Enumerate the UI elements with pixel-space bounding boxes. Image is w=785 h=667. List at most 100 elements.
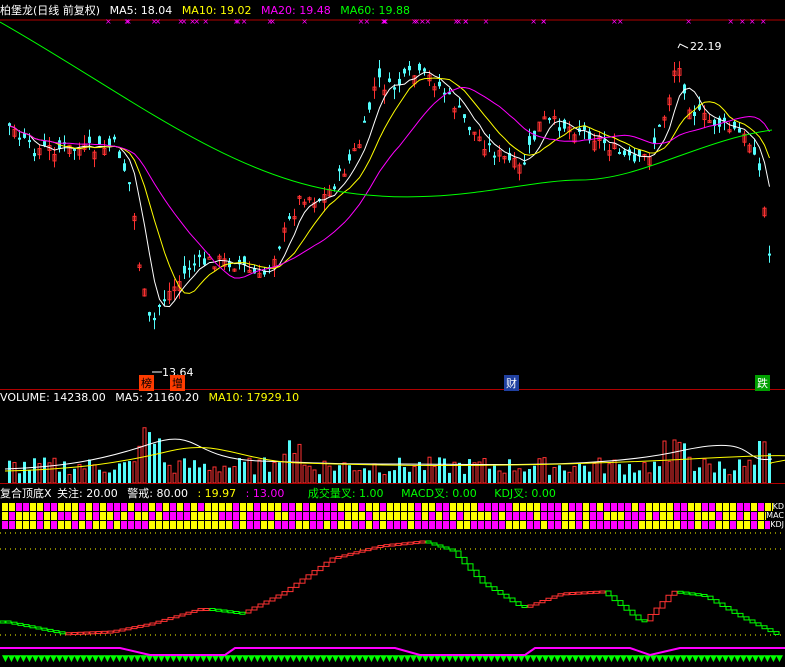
marker-zeng[interactable]: 增 xyxy=(170,375,185,391)
candle xyxy=(228,257,231,272)
volume-bar xyxy=(537,458,542,483)
oscillator-step xyxy=(83,631,90,635)
volume-bar xyxy=(278,462,281,483)
oscillator-step xyxy=(257,603,264,608)
candle xyxy=(368,101,371,113)
oscillator-step xyxy=(23,624,30,628)
signal-strip-cell xyxy=(695,512,701,520)
candle xyxy=(398,72,401,93)
candle xyxy=(493,151,496,166)
signal-strip-cell xyxy=(226,512,232,520)
signal-strip-cell xyxy=(625,521,631,529)
volume-bar xyxy=(667,460,672,483)
signal-strip-cell xyxy=(268,521,274,529)
signal-strip-cell xyxy=(492,503,498,511)
signal-strip-cell xyxy=(429,521,435,529)
signal-strip-cell xyxy=(541,521,547,529)
oscillator-step xyxy=(683,591,690,595)
signal-strip-cell xyxy=(30,512,36,520)
signal-strip-cell xyxy=(44,521,50,529)
signal-strip-cell xyxy=(695,521,701,529)
signal-strip-cell xyxy=(114,512,120,520)
candle xyxy=(288,213,291,221)
signal-strip-cell xyxy=(667,512,673,520)
volume-bar xyxy=(52,457,57,483)
signal-strip-cell xyxy=(450,512,456,520)
signal-strip-cell xyxy=(359,503,365,511)
signal-strip-cell xyxy=(128,512,134,520)
candle xyxy=(183,256,186,280)
volume-bar xyxy=(333,470,336,483)
indicator-chart[interactable]: ▼ ▼ ▼ ▼ ▼ ▼ ▼ ▼ ▼ ▼ ▼ ▼ ▼ ▼ ▼ ▼ ▼ ▼ ▼ ▼ ▼ ▼ ▼ ▼ ▼ ▼ ▼ ▼ ▼ ▼ ▼ ▼ ▼ ▼ ▼ ▼ ▼ ▼ ▼ ▼… xyxy=(0,483,785,667)
signal-strip-cell xyxy=(618,521,624,529)
volume-bar xyxy=(368,470,371,483)
candle xyxy=(662,115,667,128)
signal-strip-cell xyxy=(457,521,463,529)
signal-strip-cell xyxy=(149,512,155,520)
volume-bar xyxy=(357,470,362,483)
signal-strip-cell xyxy=(198,521,204,529)
signal-strip-cell xyxy=(702,503,708,511)
candle xyxy=(618,148,621,155)
signal-strip-cell xyxy=(632,512,638,520)
oscillator-step xyxy=(497,590,504,595)
candle xyxy=(8,122,11,136)
signal-strip-cell xyxy=(513,503,519,511)
oscillator-step xyxy=(449,548,456,552)
signal-strip-cell xyxy=(275,512,281,520)
volume-chart[interactable] xyxy=(0,389,785,483)
signal-strip-cell xyxy=(114,503,120,511)
oscillator-step xyxy=(311,570,318,576)
signal-strip-cell xyxy=(275,503,281,511)
candle xyxy=(563,118,566,132)
signal-strip-cell xyxy=(653,503,659,511)
volume-bar xyxy=(628,464,631,483)
candle xyxy=(372,77,377,99)
signal-strip-cell xyxy=(415,503,421,511)
signal-strip-cell xyxy=(534,521,540,529)
signal-strip-cell xyxy=(555,521,561,529)
signal-strip-cell xyxy=(541,512,547,520)
signal-strip-cell xyxy=(135,512,141,520)
signal-strip-cell xyxy=(597,503,603,511)
signal-strip-cell xyxy=(401,503,407,511)
oscillator-step xyxy=(41,627,48,631)
volume-bar xyxy=(253,474,256,483)
signal-strip-cell xyxy=(366,503,372,511)
signal-cross-icon: × xyxy=(382,17,389,26)
volume-bar xyxy=(142,427,147,483)
volume-bar xyxy=(8,460,11,483)
signal-strip-cell xyxy=(730,521,736,529)
marker-bang[interactable]: 榜 xyxy=(139,375,154,391)
signal-strip-cell xyxy=(716,512,722,520)
signal-strip-cell xyxy=(646,503,652,511)
signal-strip-cell xyxy=(688,521,694,529)
volume-bar xyxy=(702,458,707,483)
candlestick-chart[interactable]: × ×× × × ×× ×××× ××× ×× ×× ×××× × ×× × ×× × × ××× ××× ××× × xyxy=(0,0,785,389)
signal-strip-cell xyxy=(296,512,302,520)
oscillator-step xyxy=(725,606,732,611)
oscillator-step xyxy=(335,555,342,559)
signal-strip-cell xyxy=(184,512,190,520)
signal-strip-cell xyxy=(464,512,470,520)
signal-strip-cell xyxy=(527,521,533,529)
signal-strip-cell xyxy=(352,512,358,520)
signal-strip-cell xyxy=(737,521,743,529)
signal-strip-cell xyxy=(345,521,351,529)
oscillator-step xyxy=(719,602,726,608)
signal-cross-icon: × xyxy=(540,17,547,26)
signal-strip-cell xyxy=(345,512,351,520)
signal-strip-cell xyxy=(37,512,43,520)
signal-strip-cell xyxy=(121,503,127,511)
signal-strip-cell xyxy=(499,521,505,529)
signal-strip-cell xyxy=(142,512,148,520)
candle xyxy=(642,153,647,161)
oscillator-step xyxy=(239,611,246,615)
candle xyxy=(98,135,101,145)
marker-cai[interactable]: 财 xyxy=(504,375,519,391)
signal-cross-icon: × xyxy=(301,17,308,26)
signal-strip-cell xyxy=(604,512,610,520)
signal-strip-cell xyxy=(723,512,729,520)
signal-strip-cell xyxy=(569,503,575,511)
marker-die[interactable]: 跌 xyxy=(755,375,770,391)
